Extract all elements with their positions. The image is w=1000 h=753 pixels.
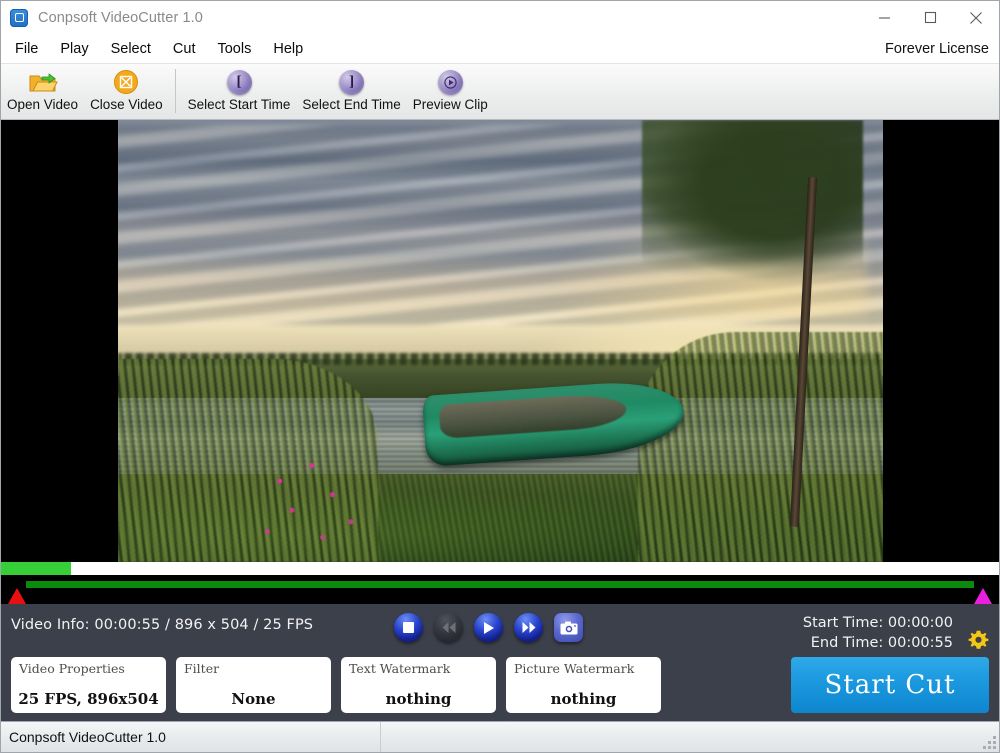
camera-icon (560, 621, 577, 634)
menu-help[interactable]: Help (262, 38, 314, 60)
settings-button[interactable] (968, 630, 989, 656)
start-bracket-icon: [ (226, 68, 252, 96)
minimize-icon (878, 17, 890, 19)
close-circle-icon (113, 68, 139, 96)
start-marker-icon[interactable] (8, 588, 26, 604)
text-watermark-caption: Text Watermark (349, 661, 451, 676)
maximize-icon (924, 11, 936, 24)
menu-play[interactable]: Play (49, 38, 99, 60)
video-stage[interactable] (1, 120, 999, 562)
resize-grip[interactable] (983, 736, 996, 749)
forward-button[interactable] (514, 613, 543, 642)
control-panel: Video Info: 00:00:55 / 896 x 504 / 25 FP… (1, 604, 999, 721)
start-cut-button[interactable]: Start Cut (791, 657, 989, 713)
app-icon (10, 8, 28, 27)
rewind-icon (442, 622, 455, 633)
preview-play-icon (437, 68, 463, 96)
picture-watermark-box[interactable]: Picture Watermark nothing (506, 657, 661, 713)
stop-button[interactable] (394, 613, 423, 642)
status-text: Conpsoft VideoCutter 1.0 (1, 722, 381, 752)
tree (638, 120, 868, 527)
video-properties-caption: Video Properties (19, 661, 125, 676)
window-controls (861, 1, 999, 34)
end-bracket-icon: ] (339, 68, 365, 96)
video-info-text: Video Info: 00:00:55 / 896 x 504 / 25 FP… (11, 617, 314, 633)
title-bar: Conpsoft VideoCutter 1.0 (1, 1, 999, 34)
maximize-button[interactable] (907, 1, 953, 34)
end-marker-icon[interactable] (974, 588, 992, 604)
trim-range-bar[interactable] (1, 575, 999, 604)
select-start-time-label: Select Start Time (187, 97, 291, 112)
application-window: Conpsoft VideoCutter 1.0 File Play Selec… (0, 0, 1000, 753)
preview-clip-label: Preview Clip (412, 97, 488, 112)
close-video-label: Close Video (90, 97, 163, 112)
properties-row: Video Properties 25 FPS, 896x504 Filter … (11, 657, 989, 713)
text-watermark-value: nothing (385, 690, 452, 708)
menu-cut[interactable]: Cut (162, 38, 207, 60)
play-icon (484, 621, 494, 634)
toolbar-separator (174, 69, 176, 113)
close-button[interactable] (953, 1, 999, 34)
menu-tools[interactable]: Tools (206, 38, 262, 60)
filter-box[interactable]: Filter None (176, 657, 331, 713)
open-video-label: Open Video (7, 97, 79, 112)
open-folder-icon (28, 68, 58, 96)
time-range-info: Start Time: 00:00:00 End Time: 00:00:55 (803, 614, 953, 653)
open-video-button[interactable]: Open Video (1, 66, 84, 112)
flowers (255, 451, 378, 549)
menu-file[interactable]: File (4, 38, 49, 60)
text-watermark-box[interactable]: Text Watermark nothing (341, 657, 496, 713)
video-preview[interactable] (117, 120, 883, 562)
start-time-label: Start Time: 00:00:00 (802, 615, 953, 631)
end-time-label: End Time: 00:00:55 (810, 634, 953, 651)
playback-progress-fill (1, 562, 71, 575)
preview-clip-button[interactable]: Preview Clip (407, 66, 494, 112)
close-icon (970, 11, 982, 24)
video-properties-value: 25 FPS, 896x504 (18, 690, 159, 708)
play-button[interactable] (474, 613, 503, 642)
license-label[interactable]: Forever License (885, 41, 989, 57)
rewind-button[interactable] (434, 613, 463, 642)
fast-forward-icon (522, 622, 535, 633)
playback-progress-bar[interactable] (1, 562, 999, 575)
select-end-time-label: Select End Time (302, 97, 401, 112)
gear-icon (968, 630, 989, 649)
select-end-time-button[interactable]: ] Select End Time (296, 66, 406, 112)
menu-select[interactable]: Select (100, 38, 162, 60)
select-start-time-button[interactable]: [ Select Start Time (182, 66, 297, 112)
selected-range (26, 581, 974, 588)
filter-value: None (231, 690, 276, 708)
snapshot-button[interactable] (554, 613, 583, 642)
filter-caption: Filter (184, 661, 220, 676)
minimize-button[interactable] (861, 1, 907, 34)
video-properties-box[interactable]: Video Properties 25 FPS, 896x504 (11, 657, 166, 713)
menu-bar: File Play Select Cut Tools Help Forever … (1, 34, 999, 64)
stop-icon (403, 622, 414, 633)
picture-watermark-value: nothing (550, 690, 617, 708)
picture-watermark-caption: Picture Watermark (514, 661, 635, 676)
transport-controls (394, 613, 583, 642)
close-video-button[interactable]: Close Video (84, 66, 169, 112)
status-bar: Conpsoft VideoCutter 1.0 (1, 721, 999, 752)
toolbar: Open Video Close Video [ Select Start Ti… (1, 64, 999, 120)
window-title: Conpsoft VideoCutter 1.0 (38, 9, 203, 26)
